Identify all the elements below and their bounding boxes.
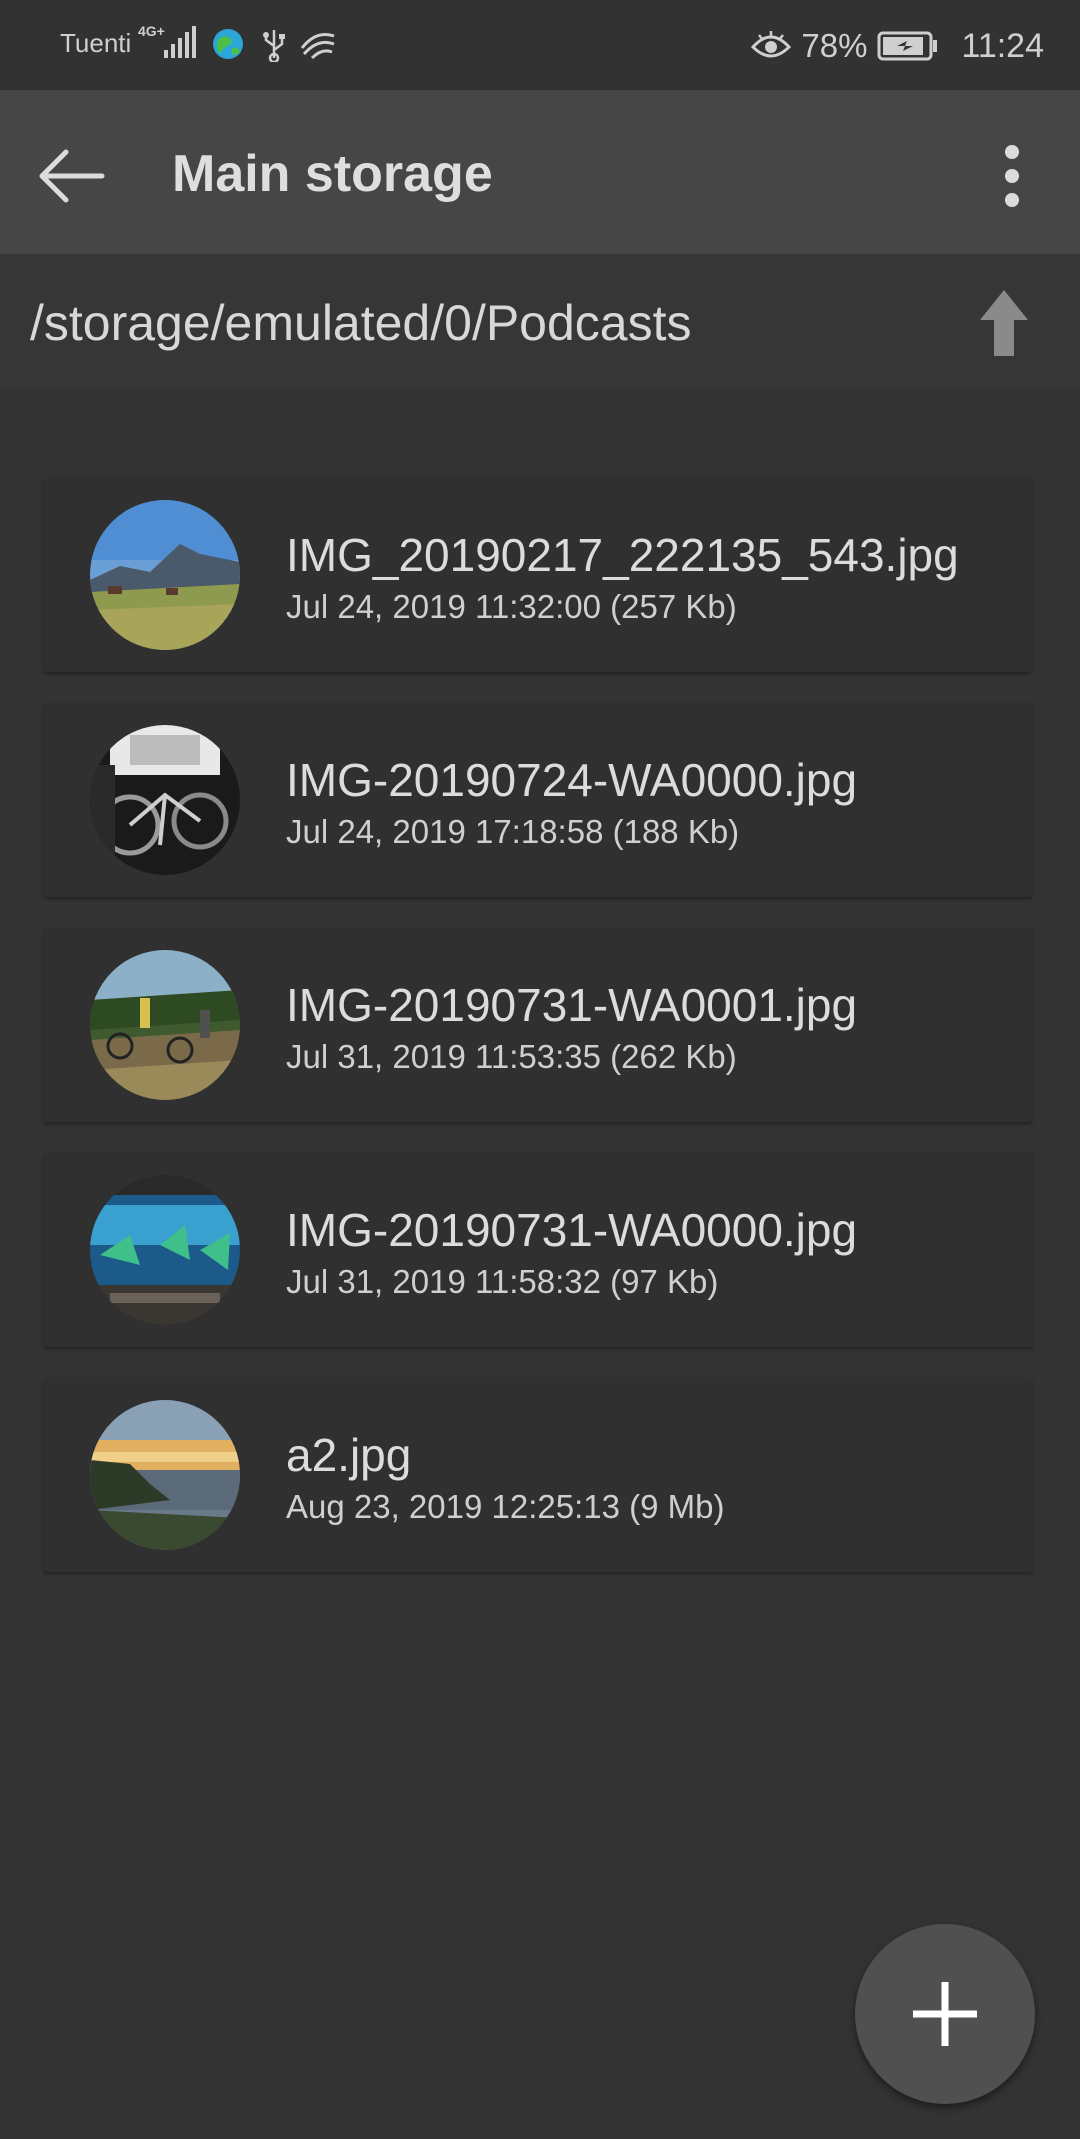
plus-icon	[913, 1982, 977, 2046]
file-name: a2.jpg	[286, 1429, 412, 1481]
carrier-label: Tuenti	[60, 28, 132, 58]
more-vert-icon	[1005, 145, 1019, 207]
page-title: Main storage	[172, 145, 493, 203]
thumbnail-image	[90, 950, 240, 1100]
parent-folder-button[interactable]	[976, 286, 1032, 358]
file-list: IMG_20190217_222135_543.jpg Jul 24, 2019…	[44, 478, 1032, 1603]
file-row[interactable]: IMG-20190731-WA0000.jpg Jul 31, 2019 11:…	[44, 1153, 1032, 1347]
current-path: /storage/emulated/0/Podcasts	[30, 295, 692, 351]
path-bar: /storage/emulated/0/Podcasts	[0, 254, 1080, 390]
swiftkey-icon	[300, 33, 335, 60]
arrow-up-icon	[980, 290, 1028, 356]
file-meta: Jul 31, 2019 11:58:32 (97 Kb)	[286, 1263, 719, 1300]
globe-icon	[213, 29, 243, 59]
eye-icon	[751, 31, 792, 58]
app-bar: Main storage	[0, 90, 1080, 254]
file-meta: Jul 24, 2019 11:32:00 (257 Kb)	[286, 588, 737, 625]
file-name: IMG-20190731-WA0000.jpg	[286, 1204, 858, 1256]
battery-icon	[877, 31, 938, 61]
battery-percent: 78%	[801, 27, 868, 64]
status-bar: Tuenti 4G+ 78% 11:24	[0, 0, 1080, 90]
usb-icon	[263, 30, 285, 62]
file-name: IMG-20190731-WA0001.jpg	[286, 979, 858, 1031]
back-button[interactable]	[36, 140, 108, 212]
thumbnail-image	[90, 500, 240, 650]
file-row[interactable]: IMG_20190217_222135_543.jpg Jul 24, 2019…	[44, 478, 1032, 672]
arrow-left-icon	[39, 149, 105, 203]
file-name: IMG_20190217_222135_543.jpg	[286, 529, 959, 581]
overflow-menu-button[interactable]	[990, 140, 1034, 212]
file-name: IMG-20190724-WA0000.jpg	[286, 754, 858, 806]
status-right: 78% 11:24	[751, 22, 1044, 70]
file-meta: Aug 23, 2019 12:25:13 (9 Mb)	[286, 1488, 725, 1525]
file-meta: Jul 24, 2019 17:18:58 (188 Kb)	[286, 813, 740, 850]
thumbnail-image	[90, 1400, 240, 1550]
file-row[interactable]: IMG-20190731-WA0001.jpg Jul 31, 2019 11:…	[44, 928, 1032, 1122]
file-row[interactable]: a2.jpg Aug 23, 2019 12:25:13 (9 Mb)	[44, 1378, 1032, 1572]
add-button[interactable]	[855, 1924, 1035, 2104]
thumbnail-image	[90, 1175, 240, 1325]
file-row[interactable]: IMG-20190724-WA0000.jpg Jul 24, 2019 17:…	[44, 703, 1032, 897]
signal-icon	[164, 26, 196, 58]
file-meta: Jul 31, 2019 11:53:35 (262 Kb)	[286, 1038, 737, 1075]
thumbnail-image	[90, 725, 240, 875]
clock: 11:24	[961, 26, 1044, 65]
